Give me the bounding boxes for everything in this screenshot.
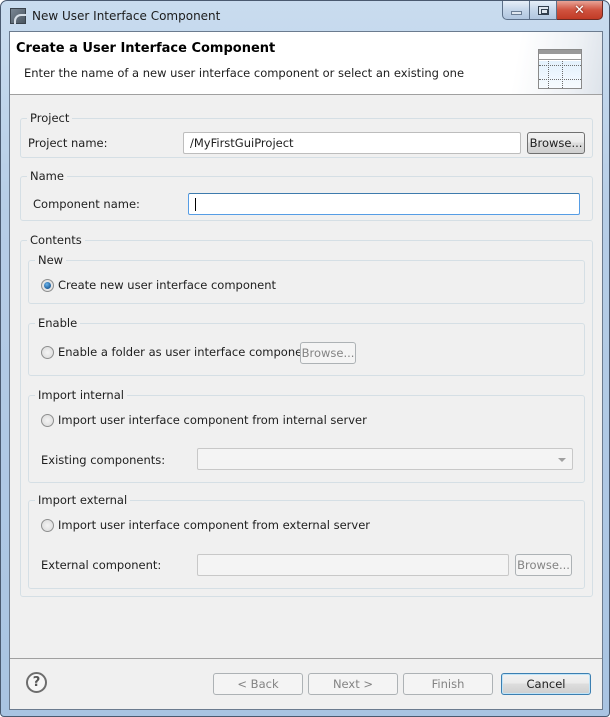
window-title: New User Interface Component xyxy=(32,9,221,23)
app-icon xyxy=(10,8,26,24)
page-description: Enter the name of a new user interface c… xyxy=(24,66,465,80)
page-title: Create a User Interface Component xyxy=(16,41,276,56)
finish-button[interactable]: Finish xyxy=(403,673,493,695)
import-internal-group-label: Import internal xyxy=(35,388,127,402)
project-name-label: Project name: xyxy=(28,136,108,150)
project-group-label: Project xyxy=(27,111,73,125)
enable-folder-radio-label: Enable a folder as user interface compon… xyxy=(58,345,315,359)
footer-divider xyxy=(10,658,602,659)
enable-browse-button[interactable]: Browse... xyxy=(300,342,356,364)
external-browse-button[interactable]: Browse... xyxy=(515,554,572,576)
help-icon[interactable]: ? xyxy=(26,672,47,693)
name-group-label: Name xyxy=(27,169,67,183)
title-bar[interactable]: New User Interface Component ✕ xyxy=(1,1,609,31)
import-internal-radio-option[interactable]: Import user interface component from int… xyxy=(41,413,367,427)
maximize-button[interactable] xyxy=(530,1,557,20)
existing-components-label: Existing components: xyxy=(41,453,166,467)
create-new-radio[interactable] xyxy=(41,278,54,292)
existing-components-dropdown[interactable] xyxy=(197,448,573,470)
next-button[interactable]: Next > xyxy=(308,673,398,695)
enable-folder-radio[interactable] xyxy=(41,345,54,359)
minimize-icon xyxy=(510,10,522,15)
import-external-radio-option[interactable]: Import user interface component from ext… xyxy=(41,518,370,532)
window-controls: ✕ xyxy=(502,1,603,20)
component-name-input[interactable] xyxy=(188,193,580,215)
external-component-label: External component: xyxy=(41,558,162,572)
wizard-header: Create a User Interface Component Enter … xyxy=(10,32,602,95)
enable-group-label: Enable xyxy=(35,316,81,330)
close-button[interactable]: ✕ xyxy=(557,1,603,20)
create-new-radio-option[interactable]: Create new user interface component xyxy=(41,278,276,292)
project-browse-button[interactable]: Browse... xyxy=(527,132,585,154)
create-new-radio-label: Create new user interface component xyxy=(58,278,277,292)
maximize-icon xyxy=(537,5,549,15)
dropdown-arrow-icon xyxy=(558,458,566,462)
import-external-radio-label: Import user interface component from ext… xyxy=(58,518,371,532)
minimize-button[interactable] xyxy=(502,1,530,20)
wizard-table-icon xyxy=(538,49,582,89)
import-external-group-label: Import external xyxy=(35,493,131,507)
project-name-field[interactable]: /MyFirstGuiProject xyxy=(183,132,521,154)
new-group-label: New xyxy=(35,253,67,267)
contents-group-label: Contents xyxy=(27,233,85,247)
dialog-client: Create a User Interface Component Enter … xyxy=(9,31,603,710)
back-button[interactable]: < Back xyxy=(213,673,303,695)
import-internal-radio-label: Import user interface component from int… xyxy=(58,413,367,427)
import-internal-radio[interactable] xyxy=(41,413,54,427)
external-component-field[interactable] xyxy=(197,554,509,576)
import-external-radio[interactable] xyxy=(41,518,54,532)
component-name-label: Component name: xyxy=(33,197,140,211)
wizard-window: New User Interface Component ✕ Create a … xyxy=(0,0,610,717)
close-icon: ✕ xyxy=(574,2,585,18)
text-caret xyxy=(195,198,196,211)
enable-folder-radio-option[interactable]: Enable a folder as user interface compon… xyxy=(41,345,314,359)
cancel-button[interactable]: Cancel xyxy=(501,673,591,695)
